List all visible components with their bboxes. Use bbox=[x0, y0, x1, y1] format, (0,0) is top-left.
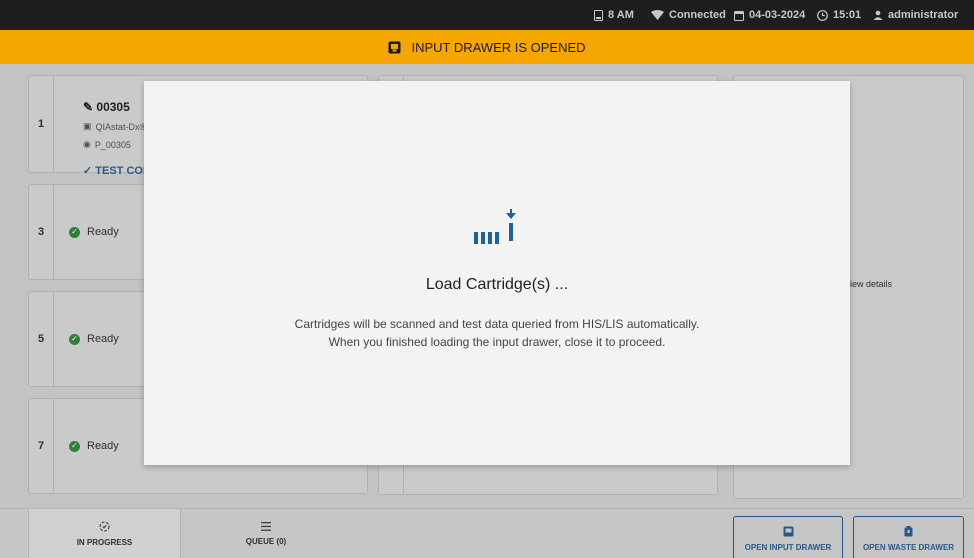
load-cartridge-icon bbox=[474, 209, 516, 244]
cartridge-icon bbox=[594, 9, 603, 21]
load-cartridge-dialog: Load Cartridge(s) ... Cartridges will be… bbox=[144, 81, 850, 465]
dialog-title: Load Cartridge(s) ... bbox=[425, 276, 569, 293]
alert-text: INPUT DRAWER IS OPENED bbox=[411, 39, 586, 55]
slot-status: 8 AM bbox=[594, 0, 634, 30]
drawer-icon bbox=[388, 41, 401, 53]
time-status: 15:01 bbox=[817, 0, 861, 30]
user-status[interactable]: administrator bbox=[873, 0, 958, 30]
calendar-icon bbox=[734, 10, 744, 21]
dialog-message: Cartridges will be scanned and test data… bbox=[144, 315, 850, 351]
clock-icon bbox=[817, 9, 828, 21]
date-status: 04-03-2024 bbox=[734, 0, 805, 30]
dialog-message-line-2: When you finished loading the input draw… bbox=[328, 335, 666, 349]
user-label: administrator bbox=[888, 9, 959, 21]
slot-count: 8 AM bbox=[608, 9, 634, 21]
connection-label: Connected bbox=[669, 9, 726, 21]
wifi-icon bbox=[651, 10, 664, 20]
user-icon bbox=[873, 10, 883, 20]
date-label: 04-03-2024 bbox=[749, 9, 806, 21]
time-label: 15:01 bbox=[833, 9, 862, 21]
drawer-alert-banner: INPUT DRAWER IS OPENED bbox=[0, 30, 974, 64]
dialog-message-line-1: Cartridges will be scanned and test data… bbox=[294, 317, 700, 331]
top-status-bar: 8 AM Connected 04-03-2024 15:01 administ… bbox=[0, 0, 974, 30]
connection-status: Connected bbox=[651, 0, 726, 30]
